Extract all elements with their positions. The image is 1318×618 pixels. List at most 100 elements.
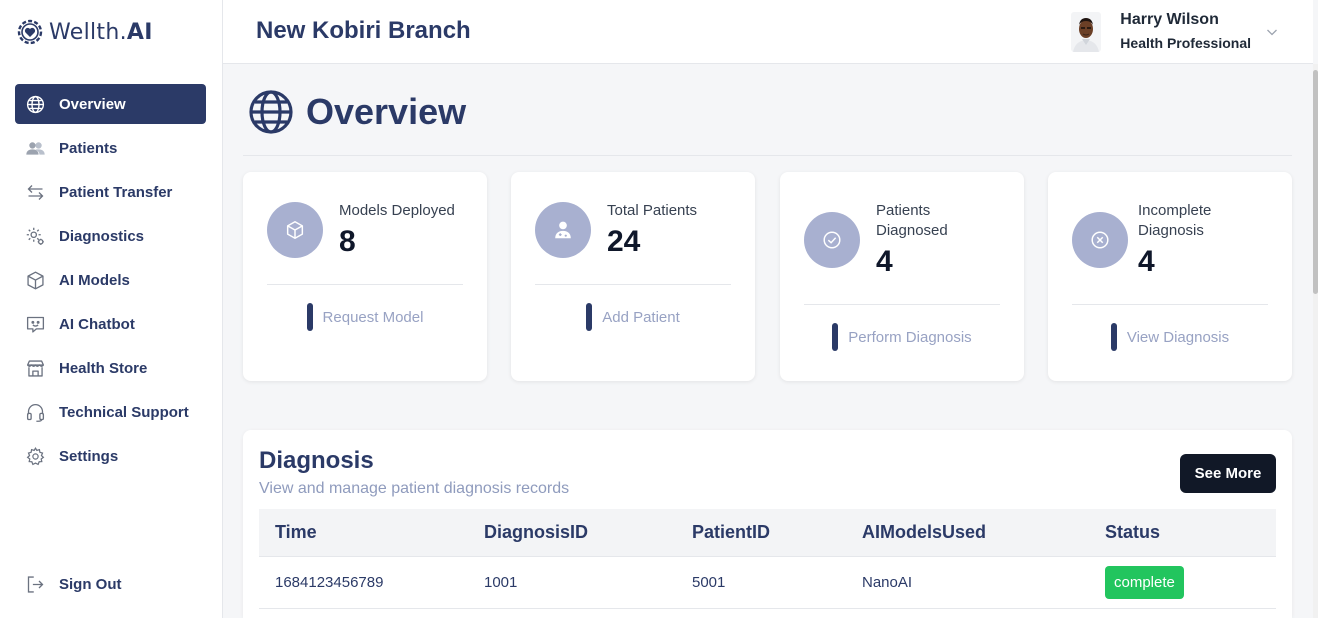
sidebar-item-label: Settings	[59, 447, 119, 465]
sidebar-item-label: Patient Transfer	[59, 183, 173, 201]
app-logo[interactable]: Wellth.AI	[15, 16, 153, 48]
title-divider	[243, 155, 1292, 156]
user-info: Harry Wilson Health Professional	[1120, 10, 1251, 54]
action-label: Perform Diagnosis	[848, 328, 972, 346]
doctor-icon	[555, 221, 571, 239]
column-header-diagnosis-id[interactable]: DiagnosisID	[484, 522, 588, 543]
card-label: Patients Diagnosed	[876, 202, 948, 239]
action-accent-bar	[586, 303, 593, 331]
settings-icon	[24, 445, 46, 467]
perform-diagnosis-button[interactable]: Perform Diagnosis	[780, 323, 1024, 351]
sidebar-item-patient-transfer[interactable]: Patient Transfer	[15, 172, 206, 212]
action-accent-bar	[832, 323, 839, 351]
card-divider	[267, 284, 463, 285]
users-icon	[24, 137, 46, 159]
diagnosis-table: Time DiagnosisID PatientID AIModelsUsed …	[259, 509, 1276, 609]
sidebar-item-overview[interactable]: Overview	[15, 84, 206, 124]
diagnosis-panel: Diagnosis View and manage patient diagno…	[243, 430, 1292, 618]
sidebar-item-label: Diagnostics	[59, 227, 145, 245]
card-divider	[535, 284, 731, 285]
sidebar-nav: Overview Patients Patient Transfer Diagn…	[15, 84, 206, 480]
sidebar-item-label: AI Chatbot	[59, 315, 135, 333]
globe-icon	[24, 93, 46, 115]
card-icon-circle	[535, 202, 591, 258]
diagnosis-title: Diagnosis	[259, 447, 374, 474]
stat-card-total-patients: Total Patients 24 Add Patient	[511, 172, 755, 381]
sidebar-item-label: Overview	[59, 95, 126, 113]
logo-text: Wellth.AI	[49, 19, 153, 45]
check-circle-icon	[823, 231, 841, 249]
sidebar-item-label: Patients	[59, 139, 118, 157]
sign-out-label: Sign Out	[59, 575, 122, 593]
globe-icon	[249, 90, 293, 134]
page-heading: Overview	[247, 88, 466, 136]
x-circle-icon	[1091, 231, 1109, 249]
page-title: Overview	[306, 91, 467, 132]
table-row[interactable]: 1684123456789 1001 5001 NanoAI complete	[259, 557, 1276, 609]
avatar	[1071, 12, 1102, 52]
action-label: Request Model	[322, 308, 424, 326]
card-icon-circle	[1072, 212, 1128, 268]
scrollbar-thumb[interactable]	[1313, 70, 1318, 294]
card-icon-circle	[804, 212, 860, 268]
card-label: Incomplete Diagnosis	[1138, 202, 1212, 239]
diagnosis-subtitle: View and manage patient diagnosis record…	[259, 480, 570, 497]
column-header-status[interactable]: Status	[1105, 522, 1160, 543]
user-menu[interactable]: Harry Wilson Health Professional	[1071, 10, 1279, 54]
add-patient-button[interactable]: Add Patient	[511, 303, 755, 331]
sidebar-item-patients[interactable]: Patients	[15, 128, 206, 168]
sidebar-item-label: Technical Support	[59, 403, 189, 421]
sidebar-item-label: Health Store	[59, 359, 148, 377]
card-label: Models Deployed	[339, 202, 455, 219]
sidebar: Wellth.AI Overview Patients Patient Tran…	[0, 0, 223, 618]
cell-diagnosis-id: 1001	[484, 574, 518, 591]
sidebar-item-technical-support[interactable]: Technical Support	[15, 392, 206, 432]
sign-out-area: Sign Out	[15, 564, 206, 608]
request-model-button[interactable]: Request Model	[243, 303, 487, 331]
top-header: New Kobiri Branch Harry Wilson Health Pr…	[223, 0, 1313, 64]
sidebar-item-ai-models[interactable]: AI Models	[15, 260, 206, 300]
sidebar-item-settings[interactable]: Settings	[15, 436, 206, 476]
view-diagnosis-button[interactable]: View Diagnosis	[1048, 323, 1292, 351]
sidebar-item-diagnostics[interactable]: Diagnostics	[15, 216, 206, 256]
user-name: Harry Wilson	[1120, 11, 1219, 28]
table-header: Time DiagnosisID PatientID AIModelsUsed …	[259, 509, 1276, 557]
stat-card-patients-diagnosed: Patients Diagnosed 4 Perform Diagnosis	[780, 172, 1024, 381]
cube-icon	[286, 221, 304, 239]
action-label: View Diagnosis	[1126, 328, 1230, 346]
column-header-ai-models-used[interactable]: AIModelsUsed	[862, 522, 986, 543]
store-icon	[24, 357, 46, 379]
column-header-patient-id[interactable]: PatientID	[692, 522, 770, 543]
card-icon-circle	[267, 202, 323, 258]
stat-card-incomplete-diagnosis: Incomplete Diagnosis 4 View Diagnosis	[1048, 172, 1292, 381]
card-value: 4	[876, 245, 893, 278]
user-role: Health Professional	[1120, 35, 1251, 51]
cell-ai-models: NanoAI	[862, 574, 913, 591]
action-accent-bar	[1110, 323, 1117, 351]
cell-patient-id: 5001	[692, 574, 726, 591]
card-divider	[804, 304, 1000, 305]
sidebar-item-health-store[interactable]: Health Store	[15, 348, 206, 388]
sign-out-icon	[24, 573, 46, 595]
cell-status: complete	[1105, 566, 1184, 599]
gear-cog-icon	[24, 225, 46, 247]
transfer-arrows-icon	[24, 181, 46, 203]
cell-time: 1684123456789	[275, 574, 384, 591]
sidebar-item-label: AI Models	[59, 271, 130, 289]
action-accent-bar	[306, 303, 313, 331]
sign-out-button[interactable]: Sign Out	[15, 564, 206, 604]
status-badge: complete	[1105, 566, 1184, 599]
stat-card-models-deployed: Models Deployed 8 Request Model	[243, 172, 487, 381]
column-header-time[interactable]: Time	[275, 522, 317, 543]
card-value: 24	[607, 225, 641, 258]
card-divider	[1072, 304, 1268, 305]
card-label: Total Patients	[607, 202, 698, 219]
chat-bot-icon	[24, 313, 46, 335]
chevron-down-icon[interactable]	[1265, 25, 1279, 39]
branch-title: New Kobiri Branch	[256, 17, 471, 44]
logo-gear-heart-icon	[17, 19, 43, 45]
sidebar-item-ai-chatbot[interactable]: AI Chatbot	[15, 304, 206, 344]
headset-icon	[24, 401, 46, 423]
cube-icon	[24, 269, 46, 291]
see-more-button[interactable]: See More	[1180, 454, 1276, 493]
